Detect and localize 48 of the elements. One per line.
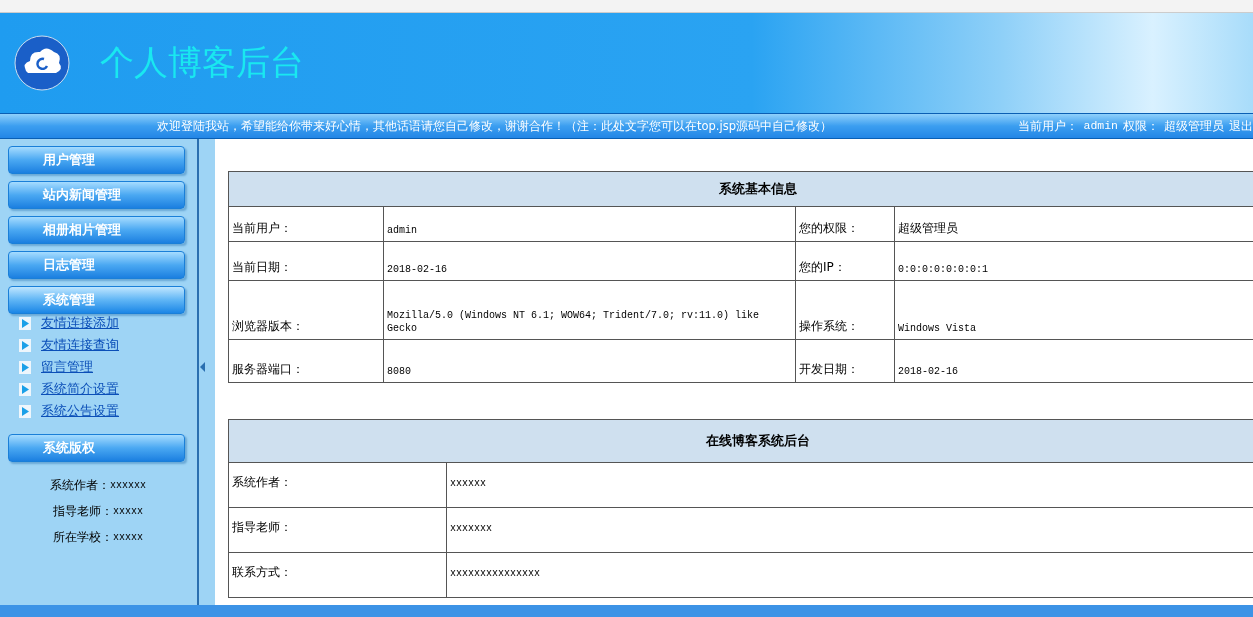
- role-label: 权限：: [1123, 118, 1159, 134]
- play-icon: [19, 404, 31, 418]
- table-cell: 浏览器版本：: [228, 280, 384, 340]
- info-value: xxxxx: [113, 531, 143, 543]
- copyright-header: 系统版权: [8, 434, 185, 462]
- info-label: 系统作者：: [50, 476, 110, 494]
- play-icon: [19, 360, 31, 374]
- info-label: 指导老师：: [53, 502, 113, 520]
- user-label: 当前用户：: [1018, 118, 1079, 134]
- table-cell: 8080: [383, 339, 796, 383]
- menu-header[interactable]: 用户管理: [8, 146, 185, 174]
- table-cell: admin: [383, 206, 796, 242]
- menu-link[interactable]: 系统简介设置: [41, 380, 119, 398]
- role-name: 超级管理员: [1164, 118, 1224, 134]
- site-title: 个人博客后台: [100, 41, 304, 84]
- table-cell: 开发日期：: [795, 339, 895, 383]
- collapse-arrow-icon[interactable]: [200, 362, 206, 372]
- user-name: admin: [1083, 118, 1118, 134]
- table-cell: 您的IP：: [795, 241, 895, 281]
- menu-header[interactable]: 站内新闻管理: [8, 181, 185, 209]
- menu-link[interactable]: 友情连接查询: [41, 336, 119, 354]
- play-icon: [19, 316, 31, 330]
- table-cell: 您的权限：: [795, 206, 895, 242]
- play-icon: [19, 338, 31, 352]
- table-title: 在线博客系统后台: [228, 419, 1253, 463]
- menu-header[interactable]: 日志管理: [8, 251, 185, 279]
- logo-icon: [14, 35, 70, 91]
- info-value: xxxxxx: [110, 479, 146, 491]
- table-title: 系统基本信息: [228, 171, 1253, 207]
- table-cell: 当前日期：: [228, 241, 384, 281]
- menu-link[interactable]: 友情连接添加: [41, 314, 119, 332]
- table-cell: 指导老师：: [228, 507, 447, 553]
- welcome-message: 欢迎登陆我站，希望能给你带来好心情，其他话语请您自己修改，谢谢合作！（注：此处文字您可以在top.jsp源码中自己修改）: [157, 118, 832, 134]
- table-cell: 操作系统：: [795, 280, 895, 340]
- info-value: xxxxx: [113, 505, 143, 517]
- info-label: 所在学校：: [53, 528, 113, 546]
- play-icon: [19, 382, 31, 396]
- table-cell: 当前用户：: [228, 206, 384, 242]
- menu-header[interactable]: 系统管理: [8, 286, 185, 314]
- table-cell: 服务器端口：: [228, 339, 384, 383]
- table-cell: Mozilla/5.0 (Windows NT 6.1; WOW64; Trident/7.0; rv:11.0) like Gecko: [383, 280, 796, 340]
- menu-header[interactable]: 相册相片管理: [8, 216, 185, 244]
- menu-link[interactable]: 系统公告设置: [41, 402, 119, 420]
- table-cell: 2018-02-16: [383, 241, 796, 281]
- table-cell: 系统作者：: [228, 462, 447, 508]
- table-cell: 联系方式：: [228, 552, 447, 598]
- menu-link[interactable]: 留言管理: [41, 358, 93, 376]
- logout-link[interactable]: 退出: [1229, 118, 1253, 134]
